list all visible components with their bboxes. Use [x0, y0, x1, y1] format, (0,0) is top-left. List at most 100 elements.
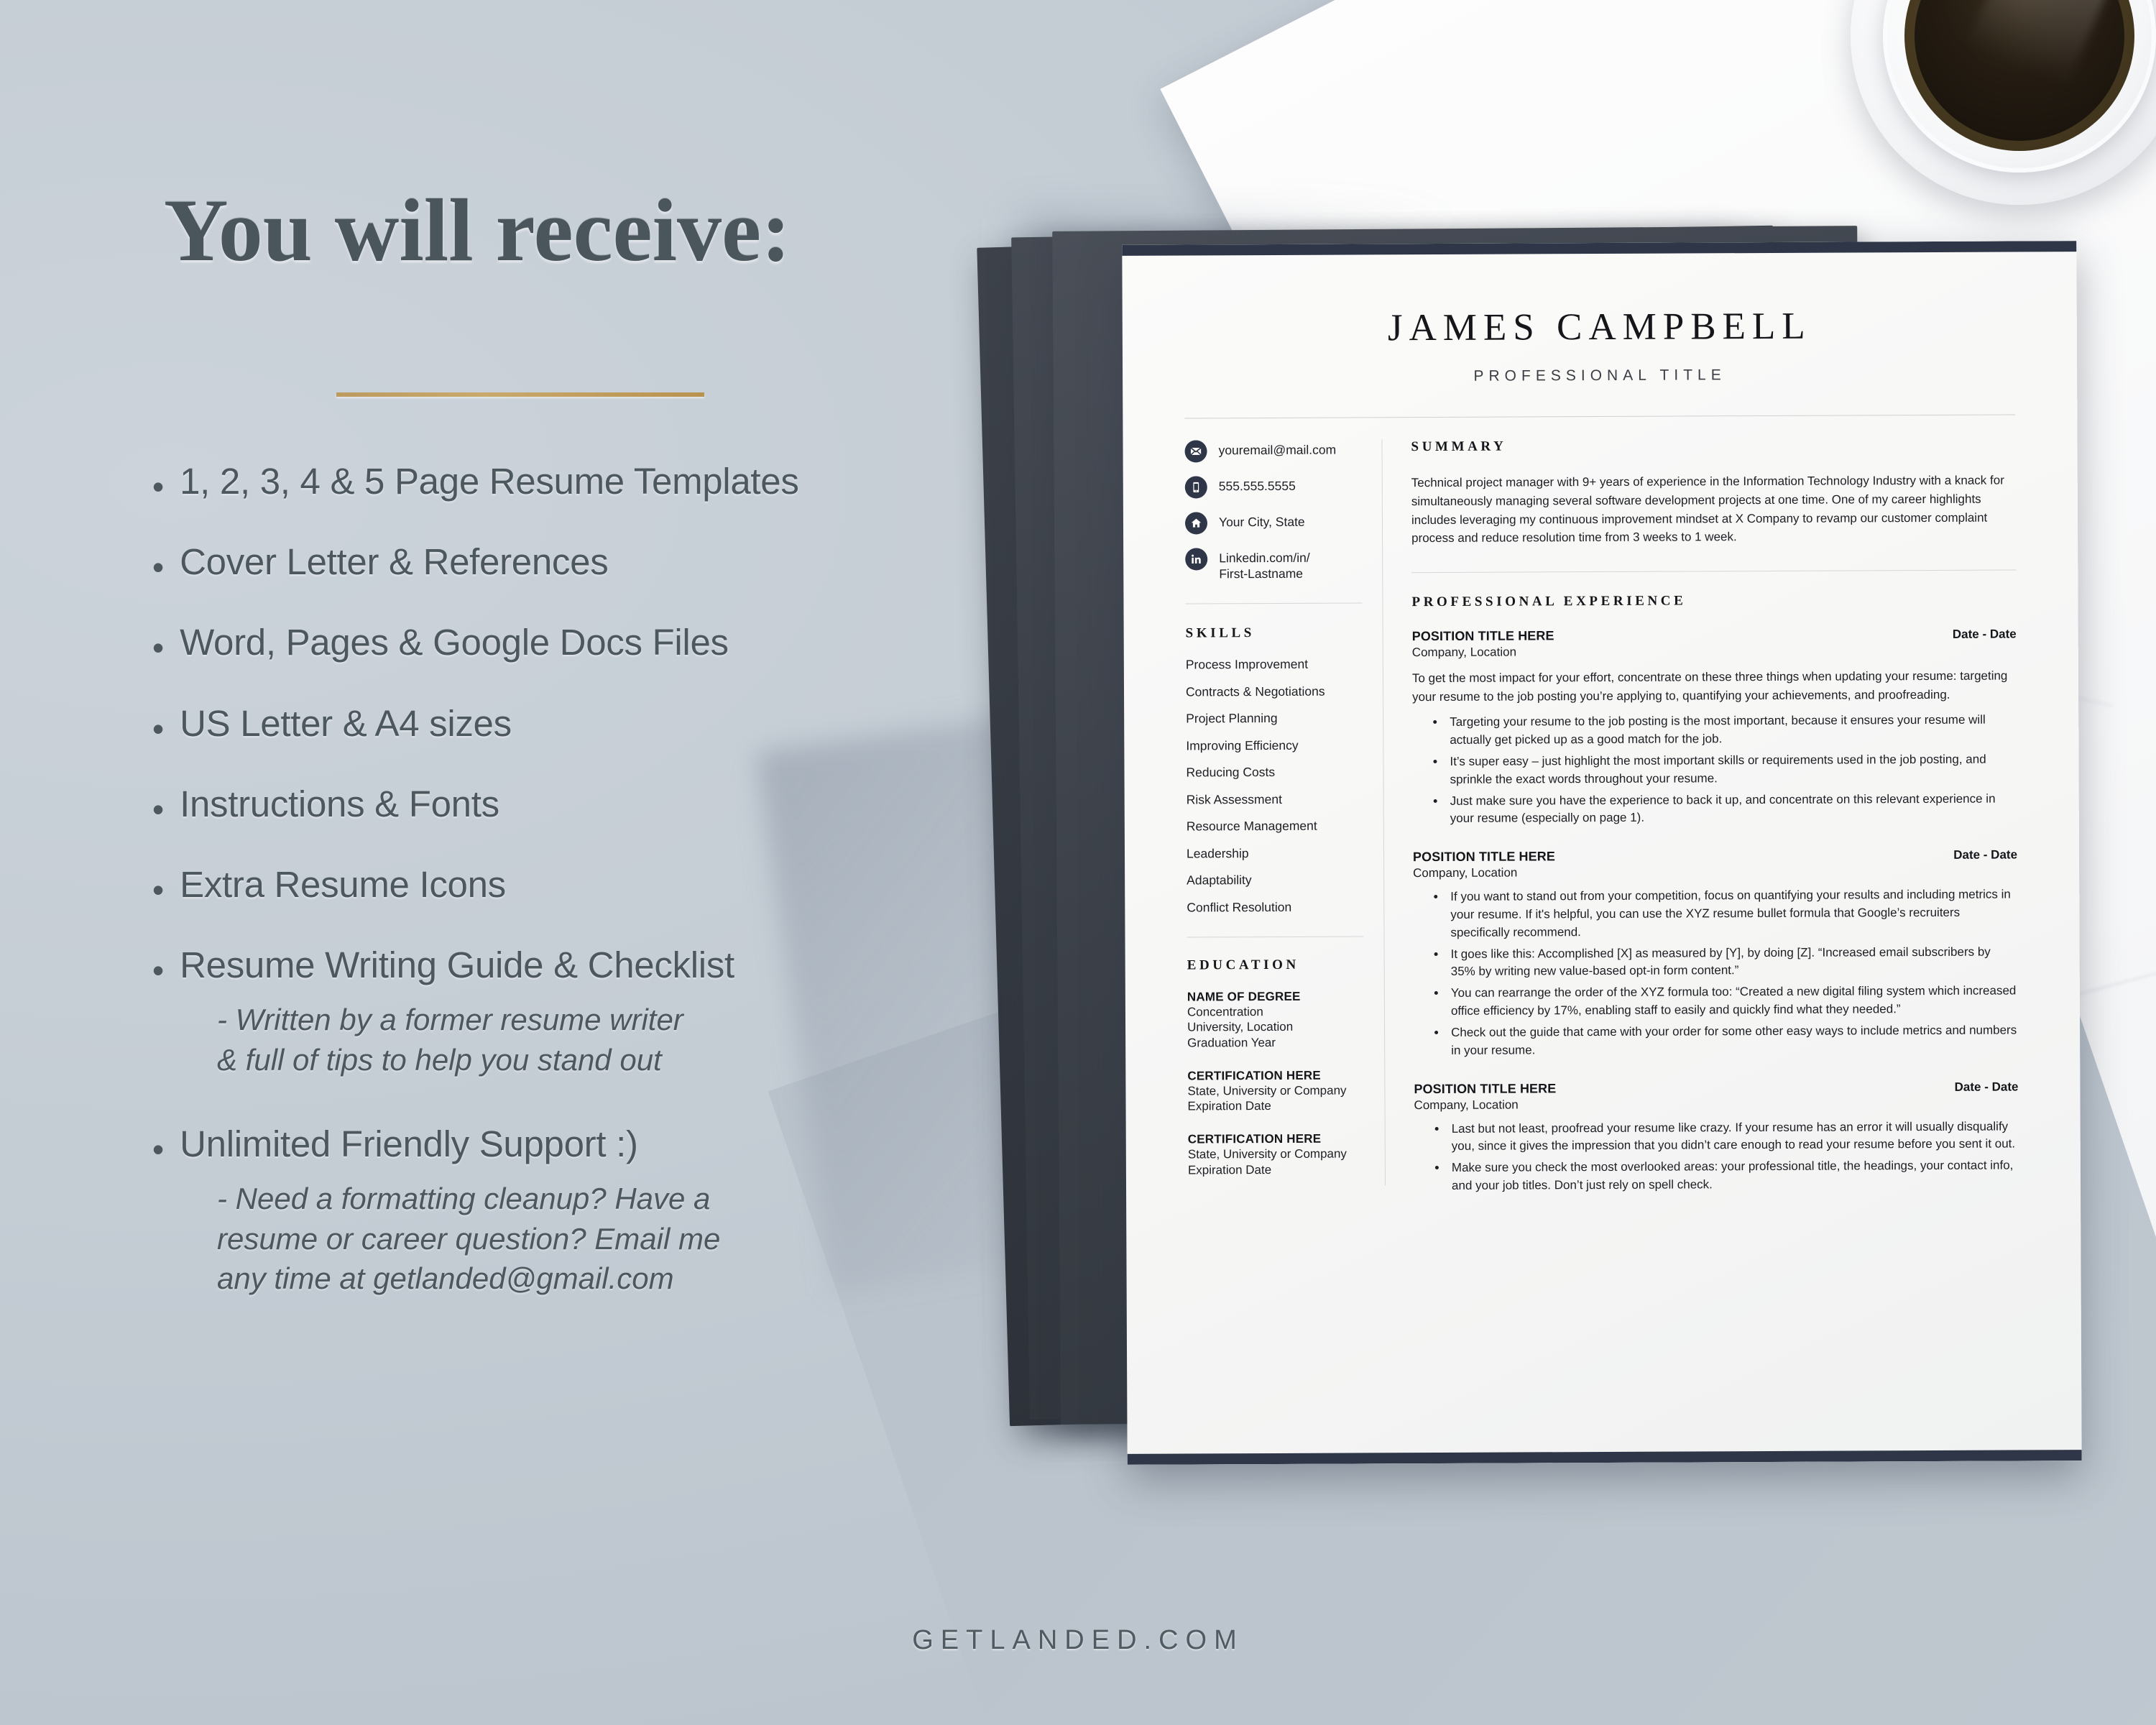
list-item-note: - Need a formatting cleanup? Have a resum…	[217, 1179, 1036, 1298]
experience-entry: POSITION TITLE HERE Date - Date Company,…	[1414, 1079, 2019, 1195]
skill-item: Process Improvement	[1185, 656, 1309, 672]
list-item-label: Extra Resume Icons	[180, 863, 506, 905]
job-company: Company, Location	[1413, 865, 1518, 880]
education-line: University, Location	[1187, 1020, 1294, 1034]
job-date: Date - Date	[1953, 847, 2018, 862]
bullet-dot-icon: •	[152, 548, 165, 586]
education-line: State, University or Company	[1187, 1146, 1347, 1162]
resume-professional-title: PROFESSIONAL TITLE	[1473, 367, 1726, 385]
skills-heading: SKILLS	[1185, 625, 1255, 641]
education-title: CERTIFICATION HERE	[1187, 1131, 1322, 1146]
skill-item: Risk Assessment	[1186, 791, 1282, 807]
education-entry: CERTIFICATION HERE State, University or …	[1188, 1131, 1365, 1177]
resume-sidebar: youremail@mail.com 555.555.5555 Your Cit…	[1123, 418, 1385, 1215]
job-bullet: Targeting your resume to the job posting…	[1445, 712, 2017, 750]
contact-phone-text: 555.555.5555	[1218, 478, 1296, 494]
envelope-icon	[1184, 440, 1207, 463]
contact-row-phone: 555.555.5555	[1184, 475, 1362, 499]
contact-location-text: Your City, State	[1218, 514, 1305, 530]
contact-list: youremail@mail.com 555.555.5555 Your Cit…	[1184, 439, 1362, 581]
scene: JAMES CAMPBELL PROFESSIONAL TITLE yourem…	[0, 0, 2156, 1725]
list-item-label: US Letter & A4 sizes	[180, 702, 512, 744]
list-item: • Instructions & Fonts	[152, 783, 1036, 826]
job-bullet: Check out the guide that came with your …	[1447, 1021, 2018, 1059]
resume-columns: youremail@mail.com 555.555.5555 Your Cit…	[1123, 415, 2081, 1215]
footer-site-url: GETLANDED.COM	[912, 1625, 1244, 1655]
list-item: • Extra Resume Icons	[152, 863, 1036, 906]
resume-document: JAMES CAMPBELL PROFESSIONAL TITLE yourem…	[1122, 241, 2082, 1465]
bullet-dot-icon: •	[152, 790, 165, 828]
job-bullet: If you want to stand out from your compe…	[1446, 886, 2017, 942]
summary-text: Technical project manager with 9+ years …	[1411, 473, 2004, 546]
job-intro: To get the most impact for your effort, …	[1411, 668, 2008, 704]
bullet-dot-icon: •	[152, 629, 165, 667]
list-item-label: Cover Letter & References	[180, 541, 609, 583]
skill-item: Project Planning	[1186, 711, 1278, 726]
bullet-dot-icon: •	[152, 870, 165, 908]
skills-list: Process Improvement Contracts & Negotiat…	[1186, 657, 1364, 916]
education-line: Expiration Date	[1187, 1099, 1271, 1113]
job-bullet-list: Targeting your resume to the job posting…	[1412, 712, 2017, 829]
page-title: You will receive:	[164, 181, 791, 280]
education-line: State, University or Company	[1187, 1083, 1347, 1098]
list-item: • Unlimited Friendly Support :)	[152, 1123, 1036, 1166]
contact-email-text: youremail@mail.com	[1218, 442, 1337, 458]
job-bullet: Just make sure you have the experience t…	[1446, 790, 2017, 828]
job-bullet: Make sure you check the most overlooked …	[1447, 1157, 2019, 1195]
list-item-label: Resume Writing Guide & Checklist	[180, 944, 734, 986]
job-bullet-list: Last but not least, proofread your resum…	[1414, 1118, 2019, 1195]
list-item-label: Unlimited Friendly Support :)	[180, 1123, 638, 1165]
skill-item: Reducing Costs	[1186, 765, 1276, 780]
contact-row-email: youremail@mail.com	[1184, 439, 1361, 463]
job-bullet: It goes like this: Accomplished [X] as m…	[1447, 943, 2018, 981]
skill-item: Contracts & Negotiations	[1185, 684, 1325, 699]
skill-item: Leadership	[1186, 845, 1249, 861]
bullet-dot-icon: •	[152, 1131, 165, 1169]
education-entry: NAME OF DEGREE Concentration University,…	[1187, 988, 1364, 1051]
promo-panel: You will receive: • 1, 2, 3, 4 & 5 Page …	[0, 0, 1078, 1725]
list-item-note-label: - Written by a former resume writer & ful…	[217, 1003, 683, 1077]
list-item: • Word, Pages & Google Docs Files	[152, 621, 1036, 664]
sidebar-divider-1	[1185, 602, 1363, 604]
experience-entry: POSITION TITLE HERE Date - Date Company,…	[1412, 627, 2017, 829]
contact-row-location: Your City, State	[1184, 511, 1362, 535]
home-icon	[1184, 512, 1208, 535]
job-company: Company, Location	[1414, 1098, 1519, 1112]
list-item-note: - Written by a former resume writer & ful…	[217, 1000, 1036, 1080]
list-item-label: Instructions & Fonts	[180, 783, 499, 824]
bullet-dot-icon: •	[152, 709, 165, 748]
contact-linkedin-text: Linkedin.com/in/ First-Lastname	[1219, 550, 1310, 581]
job-bullet: Last but not least, proofread your resum…	[1447, 1118, 2019, 1156]
education-entry: CERTIFICATION HERE State, University or …	[1187, 1067, 1364, 1114]
experience-entry: POSITION TITLE HERE Date - Date Company,…	[1413, 847, 2018, 1060]
bullet-dot-icon: •	[152, 468, 165, 505]
list-item-label: 1, 2, 3, 4 & 5 Page Resume Templates	[180, 461, 799, 502]
job-title: POSITION TITLE HERE	[1412, 849, 1555, 865]
job-company: Company, Location	[1411, 645, 1517, 660]
benefits-list: • 1, 2, 3, 4 & 5 Page Resume Templates •…	[152, 460, 1036, 1299]
job-date: Date - Date	[1952, 627, 2017, 642]
bullet-dot-icon: •	[152, 952, 165, 990]
list-item: • 1, 2, 3, 4 & 5 Page Resume Templates	[152, 460, 1036, 503]
job-title: POSITION TITLE HERE	[1414, 1080, 1557, 1096]
gold-divider	[336, 392, 704, 397]
linkedin-icon	[1185, 548, 1208, 571]
job-date: Date - Date	[1954, 1079, 2019, 1094]
skill-item: Conflict Resolution	[1187, 899, 1292, 915]
skill-item: Resource Management	[1186, 818, 1317, 834]
resume-main-column: SUMMARY Technical project manager with 9…	[1382, 415, 2081, 1214]
list-item: • Resume Writing Guide & Checklist	[152, 944, 1036, 987]
resume-name: JAMES CAMPBELL	[1387, 305, 1812, 349]
job-bullet-list: If you want to stand out from your compe…	[1413, 886, 2018, 1060]
education-title: NAME OF DEGREE	[1187, 989, 1301, 1004]
education-line: Expiration Date	[1187, 1162, 1272, 1177]
sidebar-divider-2	[1187, 936, 1364, 938]
main-divider	[1411, 569, 2017, 574]
list-item: • US Letter & A4 sizes	[152, 702, 1036, 745]
list-item-label: Word, Pages & Google Docs Files	[180, 622, 729, 663]
skill-item: Adaptability	[1187, 873, 1252, 888]
job-bullet: It’s super easy – just highlight the mos…	[1445, 750, 2017, 788]
education-title: CERTIFICATION HERE	[1187, 1068, 1321, 1083]
job-title: POSITION TITLE HERE	[1411, 628, 1554, 644]
contact-row-linkedin: Linkedin.com/in/ First-Lastname	[1185, 547, 1362, 581]
